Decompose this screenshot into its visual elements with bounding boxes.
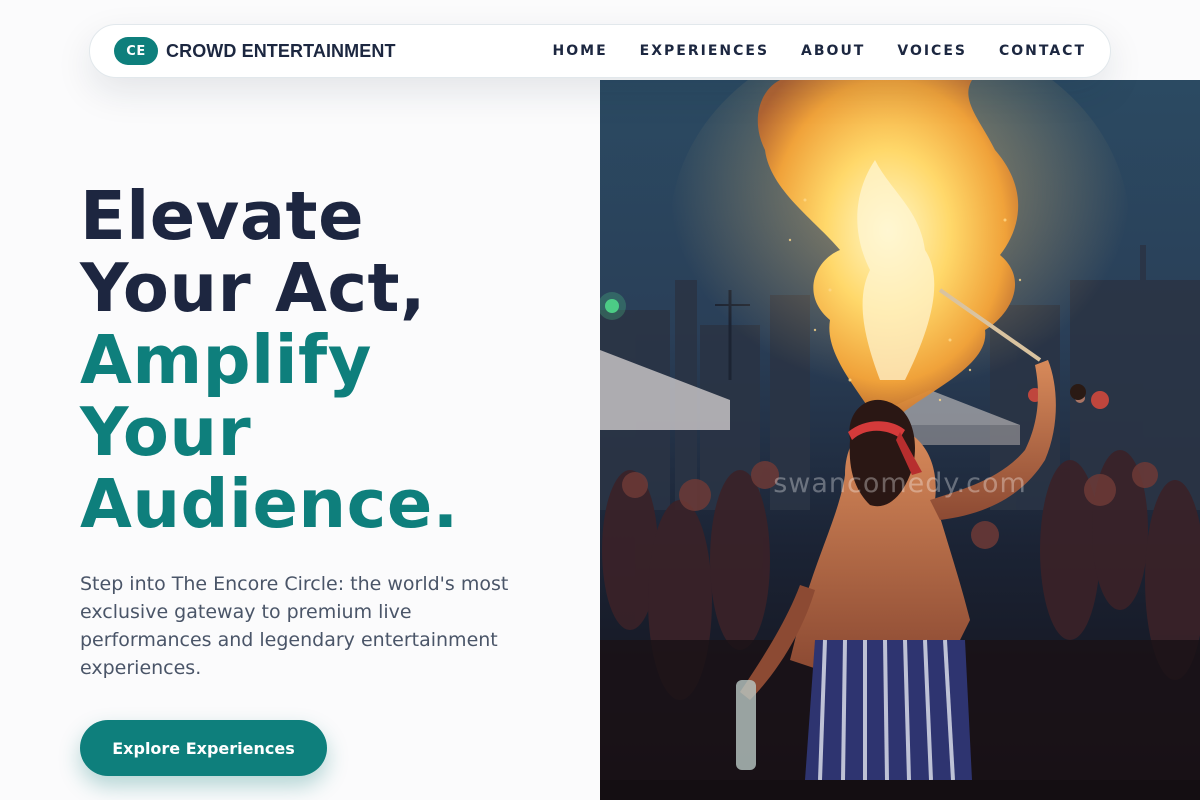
explore-experiences-button[interactable]: Explore Experiences: [80, 720, 327, 776]
image-watermark: swancomedy.com: [773, 468, 1027, 499]
nav-links: HOME EXPERIENCES ABOUT VOICES CONTACT: [553, 43, 1086, 59]
headline-line-4: Your: [80, 393, 252, 471]
brand-logo[interactable]: CE CROWD ENTERTAINMENT: [114, 37, 396, 65]
brand-name: CROWD ENTERTAINMENT: [166, 40, 396, 61]
nav-link-experiences[interactable]: EXPERIENCES: [640, 43, 769, 59]
headline-line-5: Audience.: [80, 465, 459, 543]
hero-image: swancomedy.com: [600, 80, 1200, 800]
fire-performer-illustration: [600, 80, 1200, 800]
hero-section: Elevate Your Act, Amplify Your Audience.…: [80, 180, 580, 682]
headline-line-3: Amplify: [80, 321, 372, 399]
nav-link-home[interactable]: HOME: [553, 43, 608, 59]
nav-link-voices[interactable]: VOICES: [897, 43, 967, 59]
nav-link-about[interactable]: ABOUT: [801, 43, 865, 59]
hero-description: Step into The Encore Circle: the world's…: [80, 573, 509, 679]
top-navbar: CE CROWD ENTERTAINMENT HOME EXPERIENCES …: [89, 24, 1111, 78]
headline-line-2: Your Act,: [80, 249, 427, 327]
headline-line-1: Elevate: [80, 177, 365, 255]
hero-headline: Elevate Your Act, Amplify Your Audience.: [80, 180, 580, 540]
brand-badge: CE: [114, 37, 158, 65]
nav-link-contact[interactable]: CONTACT: [999, 43, 1086, 59]
